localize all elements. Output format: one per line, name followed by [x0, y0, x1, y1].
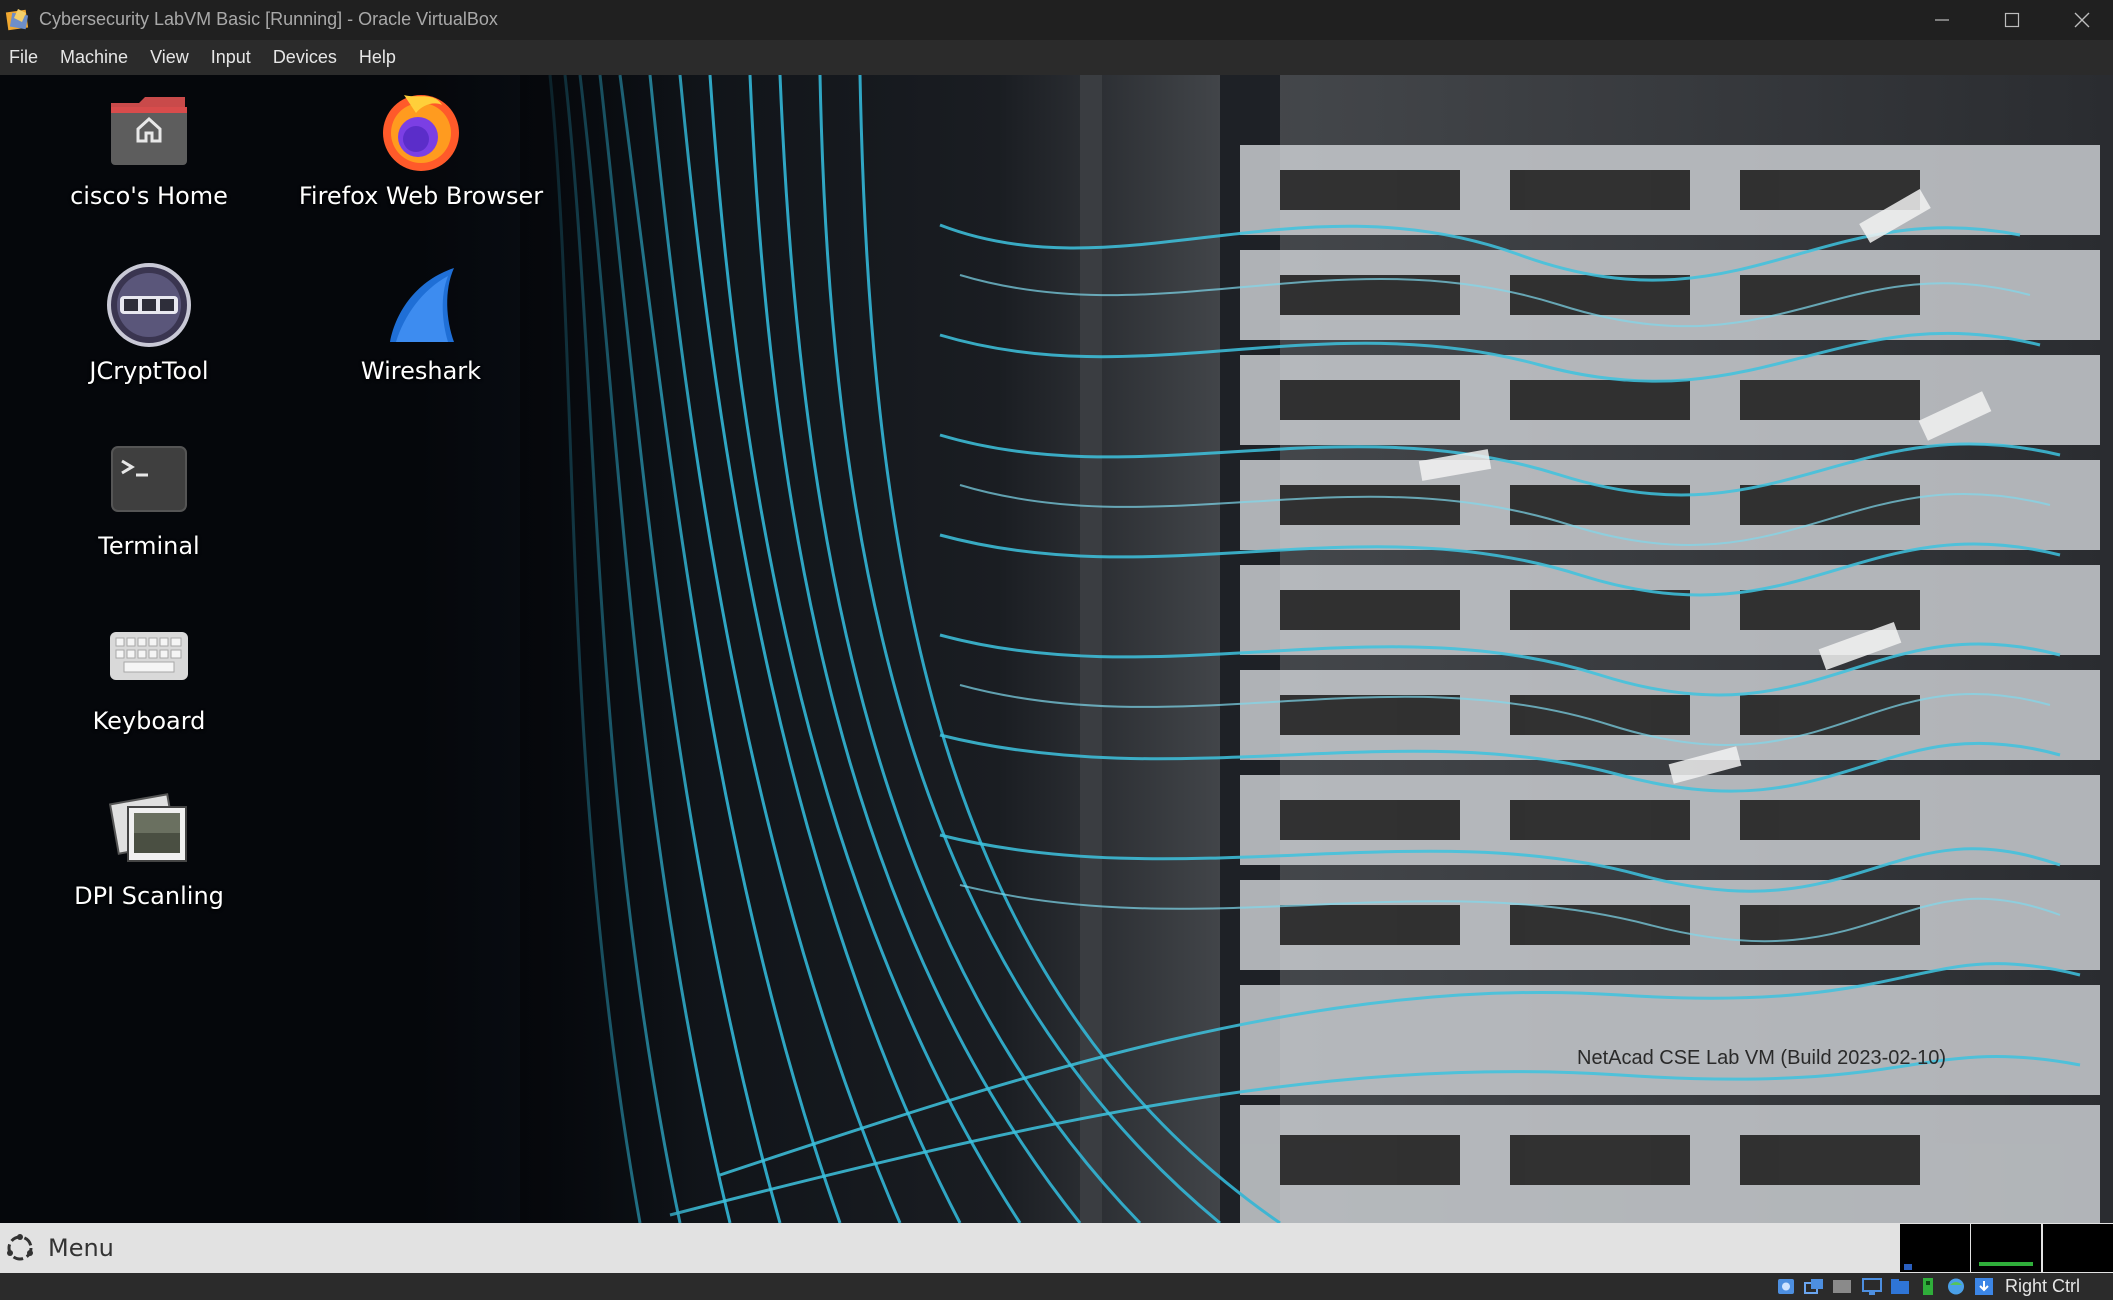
- menu-icon: [7, 1234, 33, 1261]
- close-icon: [2074, 12, 2090, 28]
- menu-devices[interactable]: Devices: [273, 44, 337, 71]
- desktop-icon-label: Firefox Web Browser: [298, 182, 544, 210]
- menu-help[interactable]: Help: [359, 44, 396, 71]
- optical-drive-icon[interactable]: [1803, 1276, 1825, 1297]
- wireshark-icon: [390, 268, 454, 342]
- workspace-window-marker: [1904, 1264, 1912, 1270]
- wallpaper-caption: NetAcad CSE Lab VM (Build 2023-02-10): [1577, 1047, 1947, 1069]
- desktop-icon-label: DPI Scanling: [74, 882, 224, 910]
- dpi-scaling-icon: [108, 793, 187, 862]
- start-menu-label: Menu: [48, 1234, 114, 1262]
- host-key-label: Right Ctrl: [2005, 1276, 2081, 1296]
- recording-icon[interactable]: [1973, 1276, 1995, 1297]
- desktop-icon-firefox[interactable]: Firefox Web Browser: [296, 85, 546, 211]
- start-menu-button[interactable]: Menu: [0, 1223, 114, 1273]
- display-icon[interactable]: [1861, 1276, 1883, 1297]
- desktop-icon-wireshark[interactable]: Wireshark: [296, 260, 546, 386]
- firefox-icon: [383, 95, 459, 171]
- guest-desktop[interactable]: NetAcad CSE Lab VM (Build 2023-02-10) ci…: [0, 75, 2113, 1223]
- usb-icon[interactable]: [1917, 1276, 1939, 1297]
- terminal-icon: [111, 446, 187, 512]
- workspace-3[interactable]: [2043, 1224, 2113, 1272]
- desktop-icon-label: JCryptTool: [89, 357, 209, 385]
- minimize-button[interactable]: [1907, 0, 1977, 40]
- maximize-button[interactable]: [1977, 0, 2047, 40]
- close-button[interactable]: [2047, 0, 2113, 40]
- desktop-icon-terminal[interactable]: Terminal: [24, 435, 274, 561]
- workspace-1[interactable]: [1900, 1224, 1970, 1272]
- desktop-icon-dpi-scaling[interactable]: DPI Scanling: [24, 785, 274, 911]
- menu-input[interactable]: Input: [211, 44, 251, 71]
- workspace-2[interactable]: [1971, 1224, 2041, 1272]
- window-titlebar: Cybersecurity LabVM Basic [Running] - Or…: [0, 0, 2113, 40]
- jcrypttool-icon: [107, 263, 191, 347]
- menu-machine[interactable]: Machine: [60, 44, 128, 71]
- hard-disk-icon[interactable]: [1775, 1276, 1797, 1297]
- desktop-icon-label: Terminal: [98, 532, 200, 560]
- desktop-icon-label: Keyboard: [92, 707, 206, 735]
- desktop-icon-keyboard[interactable]: Keyboard: [24, 610, 274, 736]
- virtualbox-app-icon[interactable]: [4, 6, 34, 34]
- desktop-icon-label: Wireshark: [360, 357, 482, 385]
- maximize-icon: [2004, 12, 2020, 28]
- minimize-icon: [1935, 19, 1949, 21]
- desktop-icon-home[interactable]: cisco's Home: [24, 85, 274, 211]
- vm-statusbar: Right Ctrl: [0, 1273, 2113, 1300]
- menu-view[interactable]: View: [150, 44, 189, 71]
- shared-folders-icon[interactable]: [1889, 1276, 1911, 1297]
- keyboard-icon: [110, 632, 188, 680]
- guest-panel: Menu: [0, 1223, 2113, 1273]
- home-folder-icon: [111, 97, 187, 165]
- menu-file[interactable]: File: [9, 44, 38, 71]
- vm-menubar: File Machine View Input Devices Help: [0, 40, 2113, 75]
- window-title: Cybersecurity LabVM Basic [Running] - Or…: [39, 9, 498, 29]
- audio-icon[interactable]: [1831, 1276, 1853, 1297]
- workspace-active-marker: [1979, 1262, 2033, 1266]
- desktop-icon-jcrypttool[interactable]: JCryptTool: [24, 260, 274, 386]
- network-icon[interactable]: [1945, 1276, 1967, 1297]
- desktop-icon-label: cisco's Home: [70, 182, 228, 210]
